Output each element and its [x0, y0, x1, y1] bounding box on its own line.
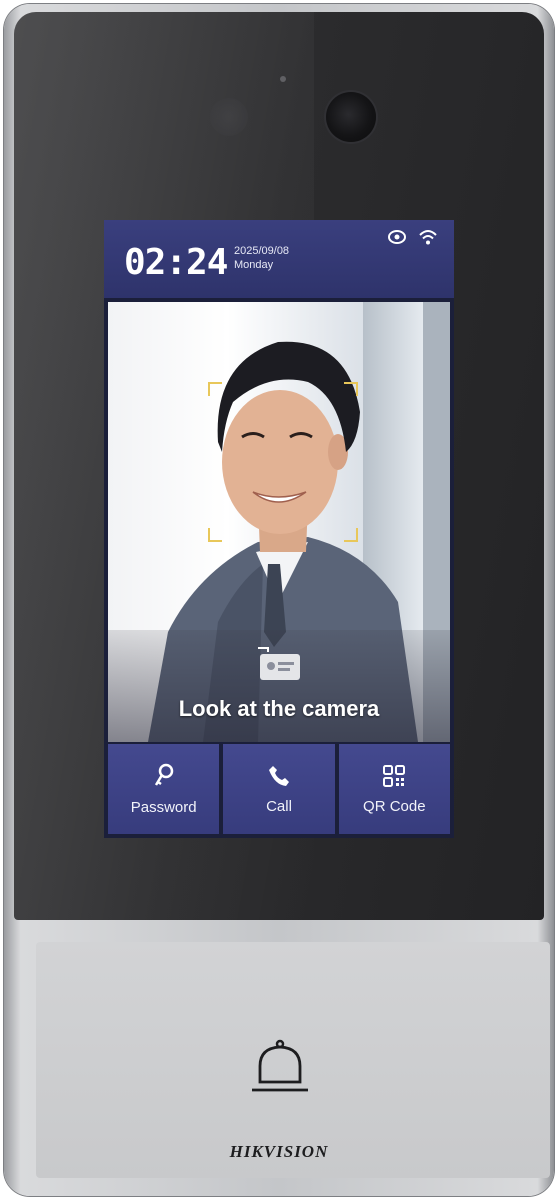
clock-time: 02:24: [124, 242, 228, 283]
cloud-link-icon: [388, 230, 406, 244]
card-icon: [258, 647, 300, 680]
camera-lens: [326, 92, 376, 142]
date-block: 2025/09/08 Monday: [234, 244, 289, 272]
ir-lens: [210, 98, 248, 136]
qr-code-button-label: QR Code: [363, 797, 426, 815]
brand-logo: HIKVISION: [229, 1142, 329, 1161]
bell-icon[interactable]: [244, 1030, 316, 1102]
action-bar: Password Call QR Code: [104, 744, 454, 838]
status-bar: 02:24 2025/09/08 Monday: [104, 220, 454, 298]
phone-icon: [268, 765, 289, 786]
password-button[interactable]: Password: [108, 744, 220, 834]
wifi-icon: [419, 230, 437, 245]
touch-screen: 02:24 2025/09/08 Monday Look at the came…: [104, 220, 454, 838]
light-sensor: [280, 76, 286, 82]
face-detection-frame: [208, 382, 358, 542]
date-line-1: 2025/09/08: [234, 245, 290, 257]
prompt-overlay: Look at the camera: [108, 630, 450, 742]
key-icon: [154, 763, 173, 786]
status-icons: [386, 228, 438, 246]
password-button-label: Password: [130, 798, 197, 816]
qr-code-button[interactable]: QR Code: [338, 744, 450, 834]
face-prompt-text: Look at the camera: [178, 696, 380, 721]
date-line-2: Monday: [234, 259, 274, 271]
call-button-label: Call: [266, 797, 292, 815]
call-button[interactable]: Call: [223, 744, 335, 834]
camera-preview: Look at the camera: [108, 302, 450, 742]
qr-code-icon: [383, 764, 406, 787]
